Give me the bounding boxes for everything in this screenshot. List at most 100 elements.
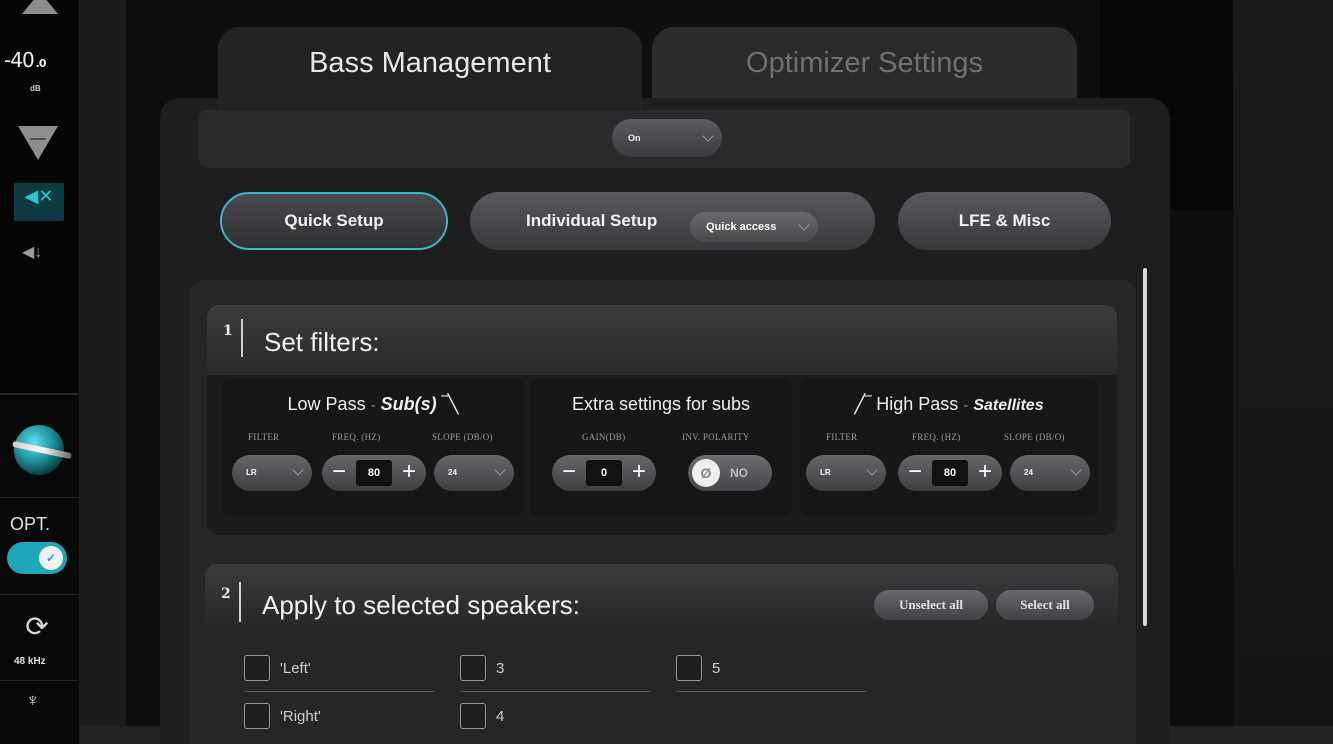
speaker-dim-icon[interactable]: ◀↓ — [22, 242, 42, 262]
filter-value: LR — [246, 468, 257, 477]
section-header: 1 Set filters: — [207, 305, 1117, 375]
high-pass-slope-select[interactable]: 24 — [1010, 455, 1090, 491]
unselect-all-button[interactable]: Unselect all — [874, 590, 988, 620]
low-pass-title: Low Pass - Sub(s) ‾╲ — [222, 394, 524, 415]
low-pass-group: Low Pass - Sub(s) ‾╲ FILTER FREQ. (hz) S… — [222, 378, 524, 516]
speaker-name: 5 — [712, 660, 721, 677]
decrement-button[interactable]: − — [554, 455, 584, 491]
divider — [244, 691, 434, 692]
decrement-button[interactable]: − — [900, 455, 930, 491]
extra-settings-group: Extra settings for subs GAIN(dB) INV. PO… — [530, 378, 792, 516]
select-all-button[interactable]: Select all — [996, 590, 1094, 620]
background-strip — [80, 0, 126, 744]
null-polarity-icon: Ø — [692, 459, 720, 487]
quick-access-select[interactable]: Quick access — [690, 212, 818, 242]
decrement-button[interactable]: − — [324, 455, 354, 491]
speaker-checkbox[interactable] — [460, 655, 486, 681]
volume-readout: -40.0 — [4, 48, 47, 72]
divider — [676, 691, 866, 692]
volume-value: -40 — [4, 48, 35, 72]
section-number: 1 — [223, 323, 233, 339]
filter-value: LR — [820, 468, 831, 477]
freq-value[interactable]: 80 — [932, 460, 968, 486]
low-pass-curve-icon: ‾╲ — [441, 394, 459, 414]
section-divider — [241, 319, 243, 357]
enable-select-value: On — [628, 133, 641, 143]
chevron-down-icon — [292, 464, 304, 476]
title-separator: - — [963, 397, 969, 414]
volume-decimal: .0 — [35, 57, 47, 70]
enable-select[interactable]: On — [612, 119, 722, 157]
divider — [460, 691, 650, 692]
section-divider — [239, 582, 241, 622]
volume-up-icon[interactable] — [22, 0, 58, 14]
polarity-value: NO — [730, 466, 748, 480]
speaker-checkbox[interactable] — [460, 703, 486, 729]
freq-label: FREQ. (hz) — [332, 432, 381, 442]
low-pass-freq-stepper: − 80 + — [322, 455, 426, 491]
gain-stepper: − 0 + — [552, 455, 656, 491]
volume-unit: dB — [30, 84, 41, 93]
section-title: Apply to selected speakers: — [262, 590, 580, 620]
sync-icon[interactable]: ⟳ — [20, 610, 54, 644]
tab-bass-management[interactable]: Bass Management — [218, 27, 642, 109]
chevron-down-icon — [1070, 464, 1082, 476]
volume-down-icon[interactable] — [18, 126, 58, 160]
slope-value: 24 — [448, 468, 457, 477]
rail-divider — [0, 497, 78, 498]
mute-button-strip — [14, 209, 64, 215]
chevron-down-icon — [798, 219, 810, 231]
scrollbar[interactable] — [1143, 268, 1147, 626]
filter-label: FILTER — [248, 432, 280, 442]
tab-optimizer-settings[interactable]: Optimizer Settings — [652, 27, 1077, 109]
slope-value: 24 — [1024, 468, 1033, 477]
speaker-name: 3 — [496, 660, 505, 677]
speaker-mute-icon: ◀✕ — [24, 186, 54, 206]
high-pass-title: ╱‾ High Pass - Satellites — [800, 394, 1098, 415]
mute-button[interactable]: ◀✕ — [14, 183, 64, 221]
increment-button[interactable]: + — [624, 455, 654, 491]
lfe-misc-button[interactable]: LFE & Misc — [898, 192, 1111, 250]
logo-icon — [14, 425, 64, 475]
opt-label: OPT. — [10, 514, 51, 534]
low-pass-target: Sub(s) — [380, 394, 437, 414]
speaker-checkbox[interactable] — [244, 655, 270, 681]
chevron-down-icon — [866, 464, 878, 476]
chevron-down-icon — [702, 130, 714, 142]
left-rail: -40.0 dB ◀✕ ◀↓ OPT. ✓ ⟳ 48 kHz ♆ — [0, 0, 80, 744]
speaker-name: 4 — [496, 708, 505, 725]
high-pass-label: High Pass — [876, 394, 959, 414]
rail-divider — [0, 680, 78, 681]
gain-value[interactable]: 0 — [586, 460, 622, 486]
gain-label: GAIN(dB) — [582, 432, 626, 442]
opt-toggle[interactable]: ✓ — [7, 542, 67, 574]
app-window: -40.0 dB ◀✕ ◀↓ OPT. ✓ ⟳ 48 kHz ♆ Optimiz… — [0, 0, 1333, 744]
low-pass-filter-select[interactable]: LR — [232, 455, 312, 491]
background-right — [1233, 0, 1333, 744]
speaker-checkbox[interactable] — [676, 655, 702, 681]
extra-settings-title: Extra settings for subs — [571, 394, 751, 414]
tuning-fork-icon[interactable]: ♆ — [26, 690, 40, 711]
title-separator: - — [370, 397, 376, 414]
increment-button[interactable]: + — [394, 455, 424, 491]
polarity-toggle[interactable]: Ø NO — [688, 455, 772, 491]
polarity-label: INV. POLARITY — [682, 432, 750, 442]
freq-value[interactable]: 80 — [356, 460, 392, 486]
filter-label: FILTER — [826, 432, 858, 442]
speaker-name: 'Left' — [280, 660, 311, 677]
high-pass-freq-stepper: − 80 + — [898, 455, 1002, 491]
speaker-checkbox[interactable] — [244, 703, 270, 729]
low-pass-slope-select[interactable]: 24 — [434, 455, 514, 491]
freq-label: FREQ. (hz) — [912, 432, 961, 442]
increment-button[interactable]: + — [970, 455, 1000, 491]
speaker-name: 'Right' — [280, 708, 321, 725]
high-pass-filter-select[interactable]: LR — [806, 455, 886, 491]
quick-setup-button[interactable]: Quick Setup — [220, 192, 448, 250]
section-number: 2 — [221, 586, 231, 602]
high-pass-target: Satellites — [973, 397, 1044, 414]
slope-label: SLOPE (dB/o) — [1004, 432, 1065, 442]
chevron-down-icon — [494, 464, 506, 476]
rail-divider — [0, 594, 78, 595]
low-pass-label: Low Pass — [287, 394, 366, 414]
volume-panel: -40.0 dB ◀✕ ◀↓ — [0, 0, 78, 395]
